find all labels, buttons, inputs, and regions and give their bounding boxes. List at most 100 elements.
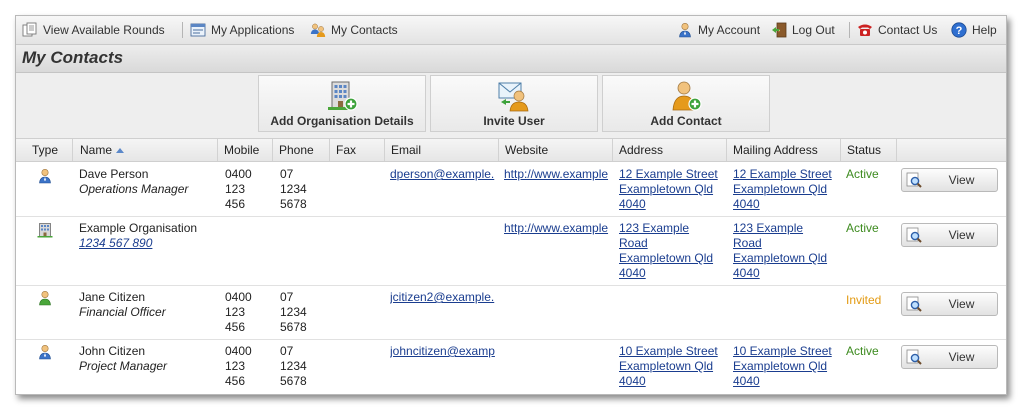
- contacts-window: View Available Rounds My Applications My…: [15, 15, 1007, 395]
- action-bar: Add Organisation Details Invite User Add…: [16, 73, 1006, 139]
- nav-divider: [182, 22, 183, 38]
- mailing-address-link[interactable]: 10 Example Street Exampletown Qld 4040: [733, 344, 840, 389]
- invite-user-button[interactable]: Invite User: [430, 75, 598, 132]
- person-blue-icon: [37, 168, 53, 184]
- application-form-icon: [190, 23, 206, 37]
- telephone-icon: [858, 24, 872, 36]
- email-link[interactable]: johncitizen@examp: [390, 344, 498, 359]
- nav-log-out-label: Log Out: [792, 23, 835, 37]
- nav-help[interactable]: ? Help: [951, 16, 997, 44]
- col-website[interactable]: Website: [498, 139, 612, 161]
- status-badge: Active: [846, 221, 879, 235]
- col-status[interactable]: Status: [840, 139, 896, 161]
- view-button[interactable]: View: [901, 168, 998, 192]
- nav-my-contacts-label: My Contacts: [331, 23, 398, 37]
- col-fax[interactable]: Fax: [329, 139, 384, 161]
- contact-name: John Citizen: [79, 344, 146, 358]
- email-link[interactable]: jcitizen2@example.: [390, 290, 498, 305]
- mailing-address-link[interactable]: 12 Example Street Exampletown Qld 4040: [733, 167, 840, 212]
- top-nav: View Available Rounds My Applications My…: [16, 16, 1006, 45]
- add-contact-label: Add Contact: [650, 114, 722, 128]
- nav-divider: [849, 22, 850, 38]
- add-organisation-label: Add Organisation Details: [270, 114, 414, 128]
- logout-door-icon: [772, 22, 787, 38]
- person-green-icon: [37, 290, 53, 306]
- add-contact-icon: [672, 81, 702, 111]
- status-badge: Invited: [846, 293, 882, 307]
- col-actions: [896, 139, 1006, 161]
- magnify-icon: [906, 227, 922, 243]
- mobile-number: 0400 123 456: [225, 167, 252, 211]
- nav-contact-us[interactable]: Contact Us: [857, 16, 937, 44]
- website-link[interactable]: http://www.example: [504, 167, 612, 182]
- col-name-label: Name: [80, 143, 113, 157]
- organisation-icon: [37, 222, 53, 238]
- title-bar: My Contacts: [16, 45, 1006, 73]
- help-icon: ?: [951, 22, 967, 38]
- nav-help-label: Help: [972, 23, 997, 37]
- invite-user-label: Invite User: [483, 114, 545, 128]
- person-blue-icon: [37, 344, 53, 360]
- nav-my-applications[interactable]: My Applications: [190, 16, 294, 44]
- organisation-number-link[interactable]: 1234 567 890: [79, 236, 152, 251]
- col-type[interactable]: Type: [16, 139, 72, 161]
- col-mailing-address[interactable]: Mailing Address: [726, 139, 840, 161]
- svg-text:?: ?: [956, 25, 963, 37]
- magnify-icon: [906, 349, 922, 365]
- view-button[interactable]: View: [901, 223, 998, 247]
- col-phone[interactable]: Phone: [272, 139, 329, 161]
- table-row: John Citizen Project Manager 0400 123 456 …: [16, 340, 1006, 394]
- view-button[interactable]: View: [901, 292, 998, 316]
- page-title: My Contacts: [22, 48, 124, 67]
- contact-title: Operations Manager: [79, 182, 189, 196]
- contact-title: Financial Officer: [79, 305, 166, 319]
- col-address[interactable]: Address: [612, 139, 726, 161]
- documents-icon: [22, 22, 37, 37]
- add-contact-button[interactable]: Add Contact: [602, 75, 770, 132]
- phone-number: 07 1234 5678: [280, 344, 307, 388]
- contact-name: Jane Citizen: [79, 290, 146, 304]
- status-badge: Active: [846, 344, 879, 358]
- view-label: View: [948, 173, 975, 187]
- magnify-icon: [906, 296, 922, 312]
- table-row: Jane Citizen Financial Officer 0400 123 45…: [16, 286, 1006, 340]
- mobile-number: 0400 123 456: [225, 290, 252, 334]
- col-mobile[interactable]: Mobile: [217, 139, 272, 161]
- view-button[interactable]: View: [901, 345, 998, 369]
- contact-name: Example Organisation: [79, 221, 198, 235]
- contacts-group-icon: [310, 23, 326, 37]
- nav-view-rounds[interactable]: View Available Rounds: [22, 16, 165, 44]
- table-row: Example Organisation 1234 567 890 http:/…: [16, 217, 1006, 286]
- nav-log-out[interactable]: Log Out: [771, 16, 835, 44]
- nav-my-account[interactable]: My Account: [677, 16, 760, 44]
- address-link[interactable]: 123 Example Road Exampletown Qld 4040: [619, 221, 726, 281]
- nav-my-account-label: My Account: [698, 23, 761, 37]
- view-label: View: [948, 350, 975, 364]
- contact-name: Dave Person: [79, 167, 149, 181]
- nav-view-rounds-label: View Available Rounds: [43, 23, 165, 37]
- website-link[interactable]: http://www.example: [504, 221, 612, 236]
- address-link[interactable]: 12 Example Street Exampletown Qld 4040: [619, 167, 726, 212]
- sort-ascending-icon: [116, 148, 125, 153]
- col-name[interactable]: Name: [72, 139, 217, 161]
- magnify-icon: [906, 172, 922, 188]
- invite-user-icon: [498, 82, 529, 112]
- col-email[interactable]: Email: [384, 139, 498, 161]
- email-link[interactable]: dperson@example.: [390, 167, 498, 182]
- view-label: View: [948, 297, 975, 311]
- status-badge: Active: [846, 167, 879, 181]
- nav-my-applications-label: My Applications: [211, 23, 295, 37]
- mailing-address-link[interactable]: 123 Example Road Exampletown Qld 4040: [733, 221, 840, 281]
- address-link[interactable]: 10 Example Street Exampletown Qld 4040: [619, 344, 726, 389]
- mobile-number: 0400 123 456: [225, 344, 252, 388]
- nav-my-contacts[interactable]: My Contacts: [310, 16, 398, 44]
- phone-number: 07 1234 5678: [280, 167, 307, 211]
- account-icon: [677, 22, 693, 38]
- add-organisation-button[interactable]: Add Organisation Details: [258, 75, 426, 132]
- contacts-table-header: Type Name Mobile Phone Fax Email Website…: [16, 139, 1006, 162]
- view-label: View: [948, 228, 975, 242]
- phone-number: 07 1234 5678: [280, 290, 307, 334]
- nav-contact-us-label: Contact Us: [878, 23, 938, 37]
- table-row: Dave Person Operations Manager 0400 123 45…: [16, 162, 1006, 217]
- contact-title: Project Manager: [79, 359, 168, 373]
